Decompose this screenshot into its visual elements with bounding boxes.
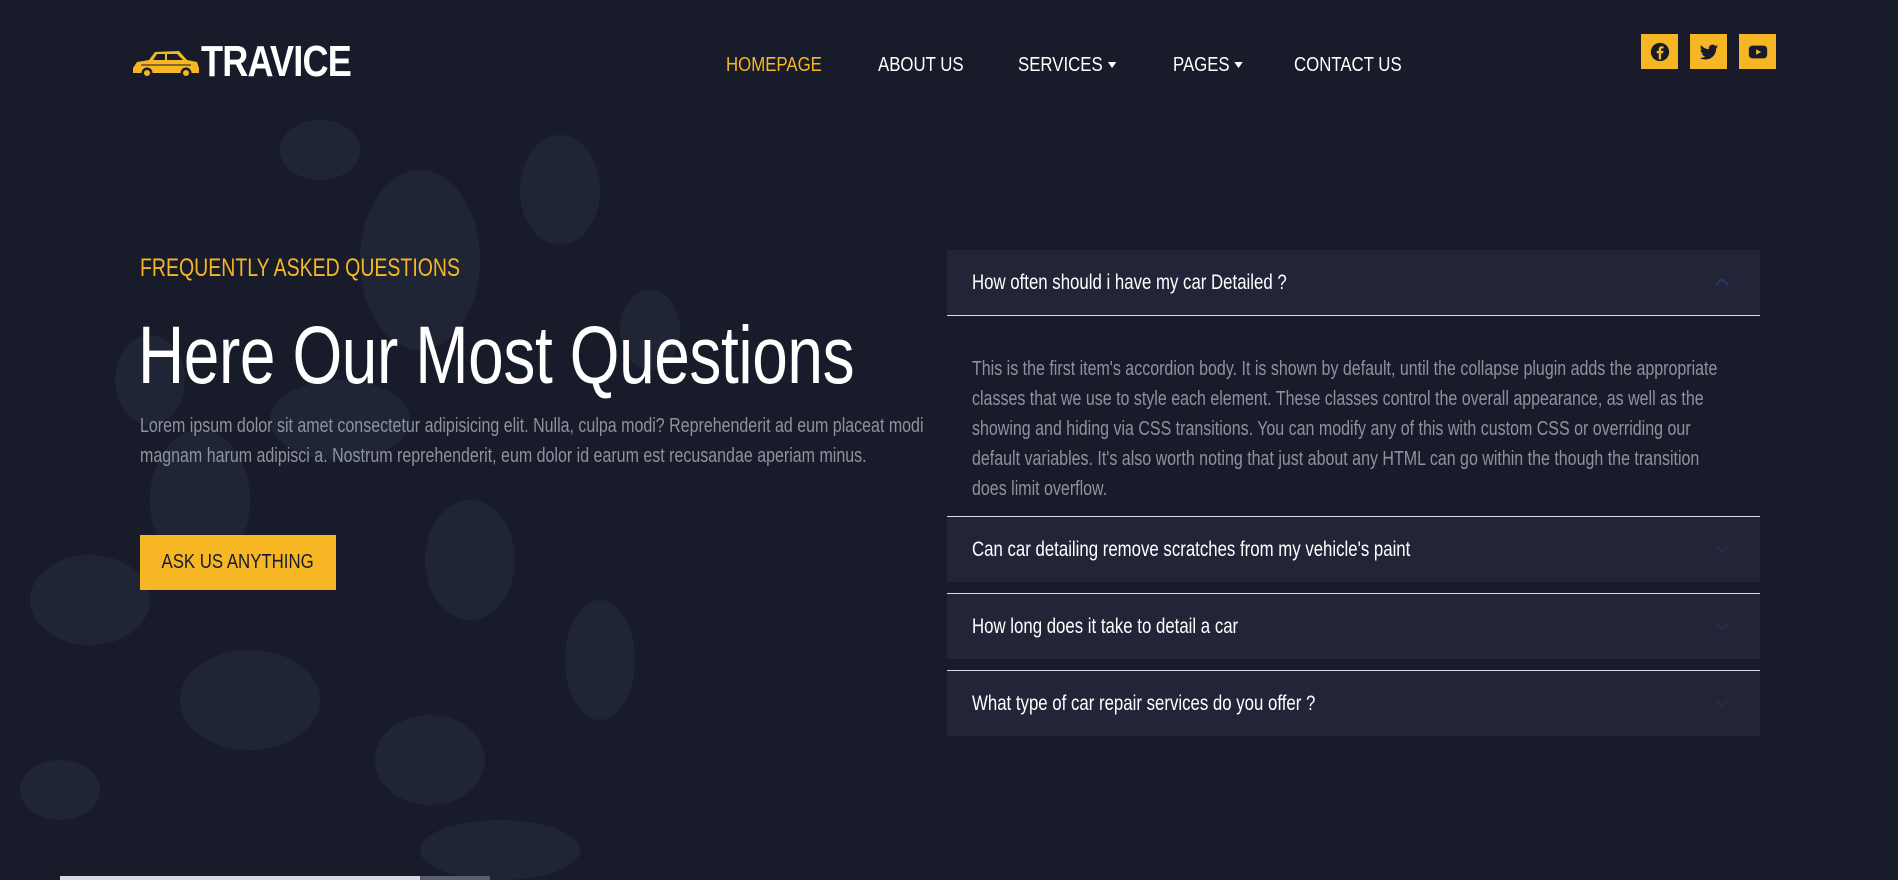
section-headline: Here Our Most Questions [138,310,855,401]
nav-item-label: PAGES [1172,53,1230,76]
faq-question: Can car detailing remove scratches from … [972,537,1411,561]
faq-answer-panel: This is the first item's accordion body.… [947,316,1760,516]
nav-item-label: ABOUT US [878,53,964,76]
logo[interactable]: TRAVICE [131,36,384,88]
brand-name: TRAVICE [201,37,352,86]
nav-item-homepage[interactable]: HOMEPAGE [726,54,822,77]
nav-item-pages[interactable]: PAGES [1173,54,1243,77]
caret-down-icon [1107,62,1117,68]
caret-down-icon [1234,62,1243,68]
main-nav: HOMEPAGE ABOUT US SERVICES PAGES CONTACT… [726,50,1460,80]
twitter-icon [1699,44,1718,60]
nav-item-label: SERVICES [1017,53,1103,76]
nav-item-contact-us[interactable]: CONTACT US [1294,54,1402,77]
nav-item-about-us[interactable]: ABOUT US [878,54,964,77]
twitter-button[interactable] [1690,34,1727,69]
facebook-icon [1650,42,1669,61]
button-label: ASK US ANYTHING [161,551,315,573]
faq-item-header[interactable]: How long does it take to detail a car [947,594,1760,659]
faq-item-header[interactable]: What type of car repair services do you … [947,671,1760,736]
faq-answer: This is the first item's accordion body.… [972,358,1718,500]
faq-question: How long does it take to detail a car [972,614,1239,638]
nav-item-label: CONTACT US [1294,53,1402,76]
chevron-down-icon [1715,699,1729,708]
chevron-down-icon [1715,622,1729,631]
site-header: TRAVICE HOMEPAGE ABOUT US SERVICES PAGES… [0,0,1898,130]
faq-item-header[interactable]: Can car detailing remove scratches from … [947,517,1760,582]
social-links [1641,34,1788,69]
nav-item-services[interactable]: SERVICES [1017,53,1117,77]
chevron-up-icon [1715,277,1729,286]
chevron-down-icon [1715,545,1729,554]
section-eyebrow: FREQUENTLY ASKED QUESTIONS [140,254,461,282]
faq-question: What type of car repair services do you … [972,691,1316,715]
youtube-button[interactable] [1739,34,1776,69]
section-description: Lorem ipsum dolor sit amet consectetur a… [140,415,924,467]
ask-us-anything-button[interactable]: ASK US ANYTHING [140,535,336,590]
faq-question: How often should i have my car Detailed … [972,270,1287,294]
facebook-button[interactable] [1641,34,1678,69]
youtube-icon [1748,45,1767,58]
faq-accordion: How often should i have my car Detailed … [947,250,1760,736]
faq-item-header[interactable]: How often should i have my car Detailed … [947,250,1760,315]
car-logo-icon [133,51,199,79]
nav-item-label: HOMEPAGE [726,53,822,76]
